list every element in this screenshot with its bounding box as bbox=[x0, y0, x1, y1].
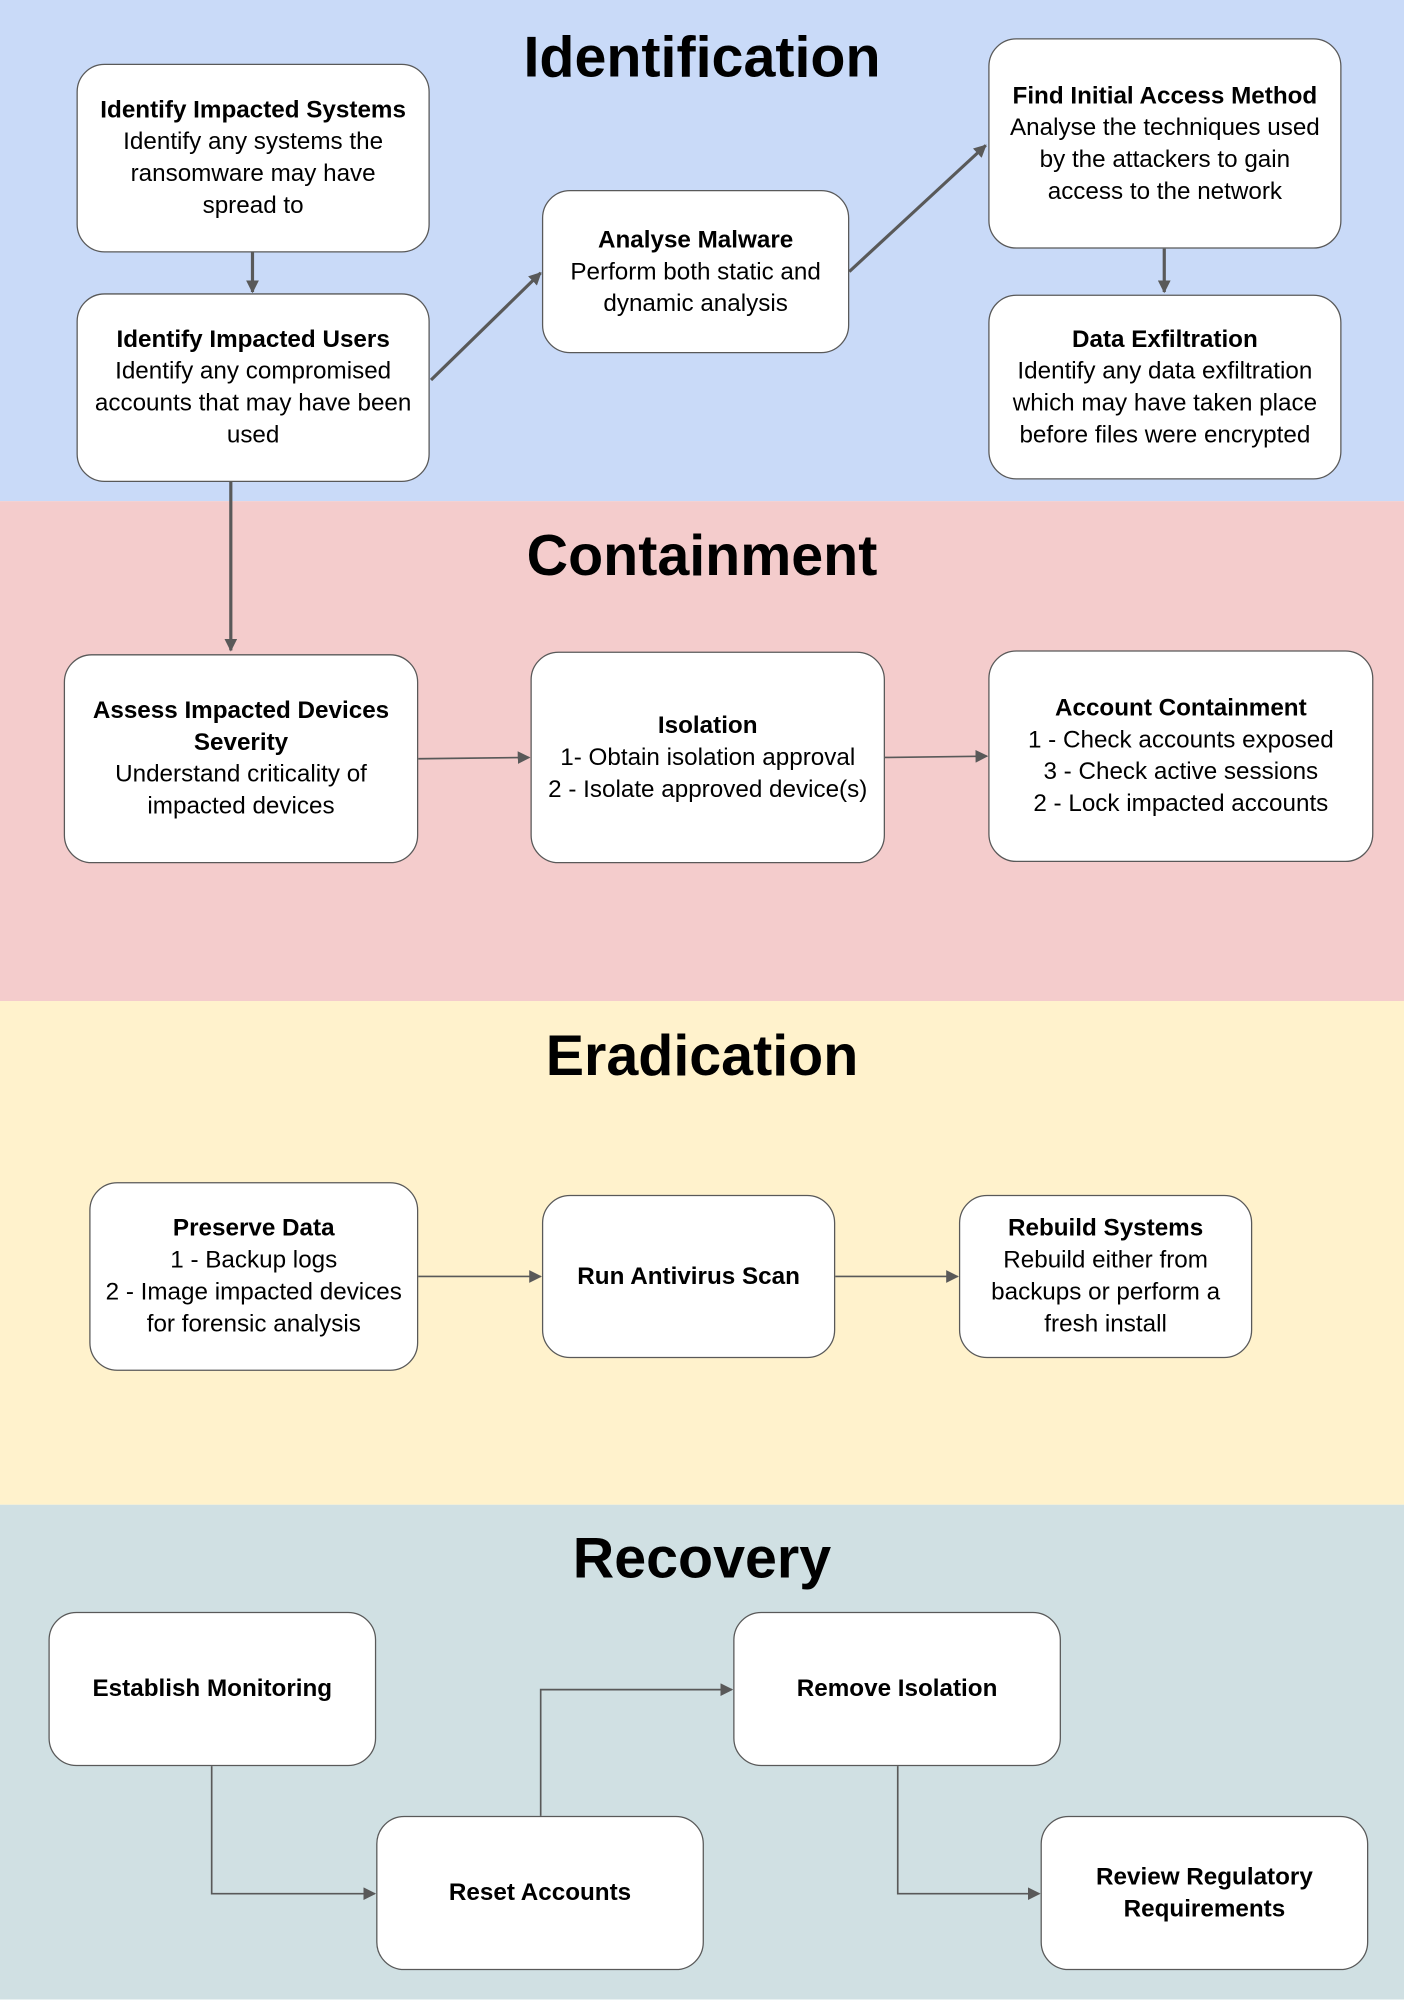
box-title: Identify Impacted Users bbox=[116, 326, 390, 354]
box-line: 1- Obtain isolation approval bbox=[560, 744, 856, 771]
box-title: Assess Impacted Devices Severity bbox=[92, 697, 390, 757]
box-title: Isolation bbox=[657, 712, 758, 739]
box-title: Review Regulatory Requirements bbox=[1096, 1863, 1313, 1923]
box-title: Data Exfiltration bbox=[1071, 325, 1258, 353]
box-title: Run Antivirus Scan bbox=[577, 1263, 800, 1290]
box-body: Analyse the techniques used by the attac… bbox=[1009, 114, 1320, 205]
box-line: 2 - Isolate approved device(s) bbox=[548, 775, 868, 803]
box-title: Analyse Malware bbox=[597, 226, 794, 254]
box-preserve-data: Preserve Data 1 - Backup logs 2 - Image … bbox=[89, 1182, 419, 1371]
incident-response-diagram: Identification Containment Eradication R… bbox=[0, 0, 1404, 2000]
box-establish-monitoring: Establish Monitoring bbox=[48, 1611, 377, 1767]
box-remove-isolation: Remove Isolation bbox=[733, 1611, 1061, 1767]
box-line: 1 - Backup logs bbox=[170, 1247, 338, 1274]
box-analyse-malware: Analyse Malware Perform both static and … bbox=[541, 190, 850, 354]
arrow-remove-to-review bbox=[896, 1766, 1041, 1901]
box-isolation: Isolation 1- Obtain isolation approval 2… bbox=[530, 651, 885, 864]
box-body: Rebuild either from backups or perform a… bbox=[991, 1247, 1221, 1338]
box-review-regulatory-requirements: Review Regulatory Requirements bbox=[1040, 1815, 1369, 1971]
arrow-users-to-malware bbox=[429, 271, 542, 382]
box-body: Identify any data exfiltration which may… bbox=[1012, 357, 1318, 449]
arrow-monitoring-to-reset bbox=[210, 1766, 377, 1901]
box-rebuild-systems: Rebuild Systems Rebuild either from back… bbox=[958, 1194, 1253, 1359]
box-title: Remove Isolation bbox=[796, 1675, 998, 1703]
box-body: Perform both static and dynamic analysis bbox=[570, 258, 821, 317]
box-find-initial-access: Find Initial Access Method Analyse the t… bbox=[988, 38, 1342, 249]
box-title: Preserve Data bbox=[172, 1215, 335, 1243]
box-title: Rebuild Systems bbox=[1007, 1215, 1204, 1243]
box-run-antivirus-scan: Run Antivirus Scan bbox=[541, 1194, 836, 1359]
arrow-isolation-to-accounts bbox=[884, 749, 989, 763]
box-line: 1 - Check accounts exposed bbox=[1027, 726, 1334, 754]
box-body: Understand criticality of impacted devic… bbox=[115, 761, 367, 820]
box-title: Establish Monitoring bbox=[92, 1675, 333, 1703]
box-title: Find Initial Access Method bbox=[1012, 82, 1318, 110]
box-title: Reset Accounts bbox=[448, 1879, 632, 1907]
box-body: Identify any compromised accounts that m… bbox=[94, 358, 412, 449]
box-line: 2 - Lock impacted accounts bbox=[1033, 790, 1329, 818]
box-body: Identify any systems the ransomware may … bbox=[123, 128, 384, 220]
box-reset-accounts: Reset Accounts bbox=[376, 1815, 704, 1971]
box-data-exfiltration: Data Exfiltration Identify any data exfi… bbox=[988, 294, 1342, 480]
box-title: Account Containment bbox=[1054, 694, 1307, 722]
box-identify-impacted-systems: Identify Impacted Systems Identify any s… bbox=[76, 63, 430, 253]
arrow-malware-to-access bbox=[848, 144, 987, 273]
arrow-assess-to-isolation bbox=[418, 751, 531, 764]
box-line: 3 - Check active sessions bbox=[1043, 758, 1319, 786]
box-identify-impacted-users: Identify Impacted Users Identify any com… bbox=[76, 293, 430, 483]
box-line: 2 - Image impacted devices for forensic … bbox=[105, 1279, 402, 1338]
box-title: Identify Impacted Systems bbox=[100, 96, 406, 124]
box-account-containment: Account Containment 1 - Check accounts e… bbox=[988, 650, 1374, 863]
box-assess-severity: Assess Impacted Devices Severity Underst… bbox=[63, 654, 419, 864]
arrow-reset-to-remove bbox=[539, 1683, 734, 1816]
